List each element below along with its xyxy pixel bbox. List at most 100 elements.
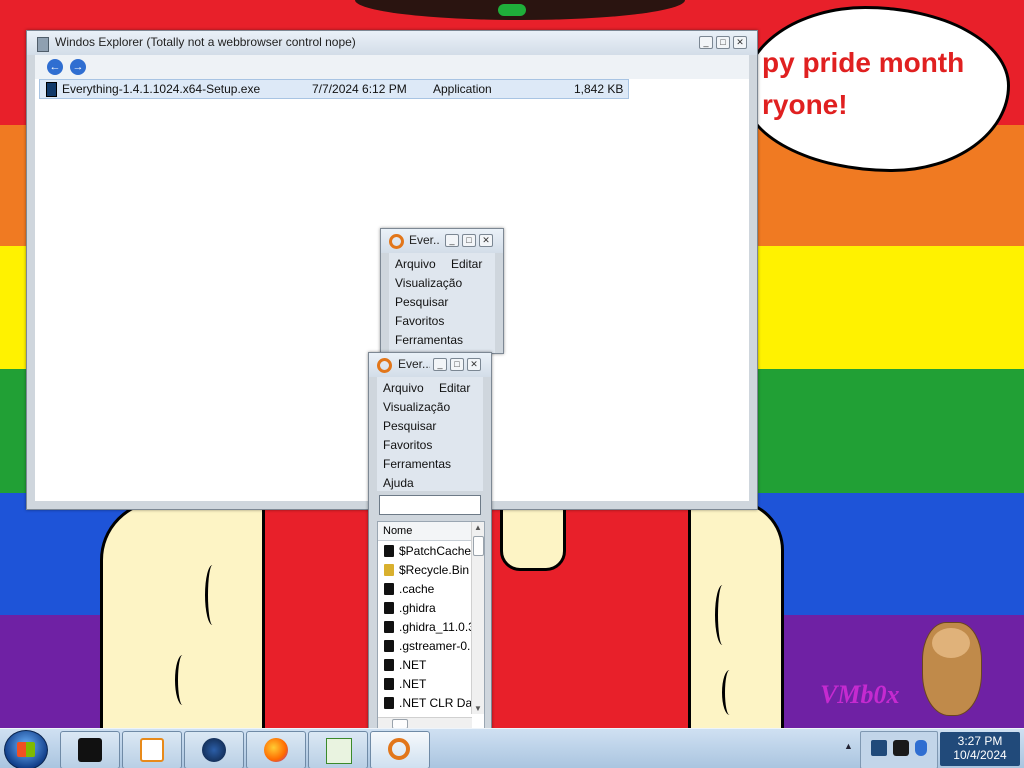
taskbar-app-button[interactable] xyxy=(184,731,244,768)
list-item[interactable]: .cache xyxy=(378,582,471,601)
folder-icon xyxy=(384,621,394,633)
menu-pesquisar[interactable]: Pesquisar xyxy=(395,295,448,309)
explorer-title: Windos Explorer (Totally not a webbrowse… xyxy=(55,35,356,49)
everything-window-back: Ever... _ □ ✕ Arquivo Editar Visualizaçã… xyxy=(380,228,504,354)
list-item-label: .ghidra xyxy=(399,601,436,615)
network-icon[interactable] xyxy=(871,740,887,756)
everything-search-input[interactable] xyxy=(379,495,481,515)
list-item-label: .gstreamer-0. xyxy=(399,639,471,653)
everything-results-list: Nome ▲ ▼ $PatchCache $Recycle.Bin .cache… xyxy=(377,521,485,731)
everything-front-menu: Arquivo Editar Visualização Pesquisar Fa… xyxy=(377,377,483,491)
vertical-scrollbar[interactable]: ▲ ▼ xyxy=(471,522,484,714)
speech-line-2: ryone! xyxy=(762,89,848,120)
list-item[interactable]: .ghidra_11.0.3 xyxy=(378,620,471,639)
taskbar-media-player-button[interactable] xyxy=(122,731,182,768)
explorer-app-icon xyxy=(37,37,49,52)
close-button[interactable]: ✕ xyxy=(467,358,481,371)
close-button[interactable]: ✕ xyxy=(733,36,747,49)
folder-icon xyxy=(384,640,394,652)
list-item[interactable]: $PatchCache xyxy=(378,544,471,563)
everything-back-titlebar[interactable]: Ever... _ □ ✕ xyxy=(381,229,503,253)
cartoon-arm-left xyxy=(100,500,276,746)
taskbar: ▲ 3:27 PM 10/4/2024 xyxy=(0,728,1024,768)
list-item[interactable]: $Recycle.Bin xyxy=(378,563,471,582)
folder-icon xyxy=(384,697,394,709)
file-date: 7/7/2024 6:12 PM xyxy=(312,82,407,96)
scroll-thumb[interactable] xyxy=(473,536,484,556)
list-item[interactable]: .ghidra xyxy=(378,601,471,620)
speaker-icon[interactable] xyxy=(893,740,909,756)
menu-favoritos[interactable]: Favoritos xyxy=(395,314,444,328)
magnifier-icon xyxy=(377,358,392,373)
everything-back-menu: Arquivo Editar Visualização Pesquisar Fa… xyxy=(389,253,495,353)
cartoon-crease xyxy=(175,655,190,705)
start-button[interactable] xyxy=(4,730,48,768)
cartoon-crease xyxy=(715,585,730,645)
hamster-face xyxy=(932,628,970,658)
folder-icon xyxy=(384,602,394,614)
folder-icon xyxy=(384,659,394,671)
cartoon-crease xyxy=(205,565,220,625)
explorer-icon xyxy=(326,738,352,764)
desktop: py pride month ryone! VMb0x Windos Explo… xyxy=(0,0,1024,768)
maximize-button[interactable]: □ xyxy=(462,234,476,247)
magnifier-icon xyxy=(389,234,404,249)
explorer-titlebar[interactable]: Windos Explorer (Totally not a webbrowse… xyxy=(27,31,757,55)
maximize-button[interactable]: □ xyxy=(450,358,464,371)
folder-icon xyxy=(384,583,394,595)
list-item-label: .cache xyxy=(399,582,435,596)
scroll-up-arrow[interactable]: ▲ xyxy=(474,523,482,532)
column-header-nome[interactable]: Nome xyxy=(378,522,472,541)
magnifier-icon xyxy=(388,738,410,760)
list-item[interactable]: .NET xyxy=(378,658,471,677)
back-button[interactable]: ← xyxy=(47,59,63,75)
file-type: Application xyxy=(433,82,492,96)
minimize-button[interactable]: _ xyxy=(445,234,459,247)
menu-favoritos[interactable]: Favoritos xyxy=(383,438,432,452)
exe-icon xyxy=(46,82,57,97)
speech-bubble-text: py pride month ryone! xyxy=(762,42,964,126)
list-item-label: $PatchCache xyxy=(399,544,471,558)
list-item[interactable]: .NET xyxy=(378,677,471,696)
everything-front-titlebar[interactable]: Ever... _ □ ✕ xyxy=(369,353,491,377)
taskbar-explorer-button[interactable] xyxy=(308,731,368,768)
recycle-bin-icon xyxy=(384,564,394,576)
file-size: 1,842 KB xyxy=(574,82,624,96)
tray-chevron-icon[interactable]: ▲ xyxy=(844,741,853,751)
globe-icon xyxy=(202,738,226,762)
list-item-label: .NET xyxy=(399,677,427,691)
list-item-label: .ghidra_11.0.3 xyxy=(399,620,471,634)
menu-ferramentas[interactable]: Ferramentas xyxy=(395,333,463,347)
minimize-button[interactable]: _ xyxy=(433,358,447,371)
file-name: Everything-1.4.1.1024.x64-Setup.exe xyxy=(62,82,261,96)
menu-visualizacao[interactable]: Visualização xyxy=(383,400,450,414)
taskbar-everything-button[interactable] xyxy=(370,731,430,768)
list-item[interactable]: .NET CLR Dat xyxy=(378,696,471,714)
top-green-light xyxy=(498,4,526,16)
close-button[interactable]: ✕ xyxy=(479,234,493,247)
windows-logo-icon xyxy=(17,742,35,757)
menu-ferramentas[interactable]: Ferramentas xyxy=(383,457,451,471)
list-item[interactable]: .gstreamer-0. xyxy=(378,639,471,658)
menu-arquivo[interactable]: Arquivo xyxy=(395,257,436,271)
taskbar-computer-button[interactable] xyxy=(60,731,120,768)
maximize-button[interactable]: □ xyxy=(716,36,730,49)
menu-visualizacao[interactable]: Visualização xyxy=(395,276,462,290)
forward-button[interactable]: → xyxy=(70,59,86,75)
folder-icon xyxy=(384,678,394,690)
list-item-label: .NET xyxy=(399,658,427,672)
system-tray xyxy=(860,731,938,768)
menu-editar[interactable]: Editar xyxy=(439,381,470,395)
shield-icon[interactable] xyxy=(915,740,927,756)
clock[interactable]: 3:27 PM 10/4/2024 xyxy=(940,732,1020,766)
menu-ajuda[interactable]: Ajuda xyxy=(383,476,414,490)
media-player-icon xyxy=(140,738,164,762)
menu-arquivo[interactable]: Arquivo xyxy=(383,381,424,395)
file-row[interactable]: Everything-1.4.1.1024.x64-Setup.exe 7/7/… xyxy=(39,79,629,99)
minimize-button[interactable]: _ xyxy=(699,36,713,49)
scroll-down-arrow[interactable]: ▼ xyxy=(474,704,482,713)
menu-pesquisar[interactable]: Pesquisar xyxy=(383,419,436,433)
taskbar-firefox-button[interactable] xyxy=(246,731,306,768)
menu-editar[interactable]: Editar xyxy=(451,257,482,271)
firefox-icon xyxy=(264,738,288,762)
